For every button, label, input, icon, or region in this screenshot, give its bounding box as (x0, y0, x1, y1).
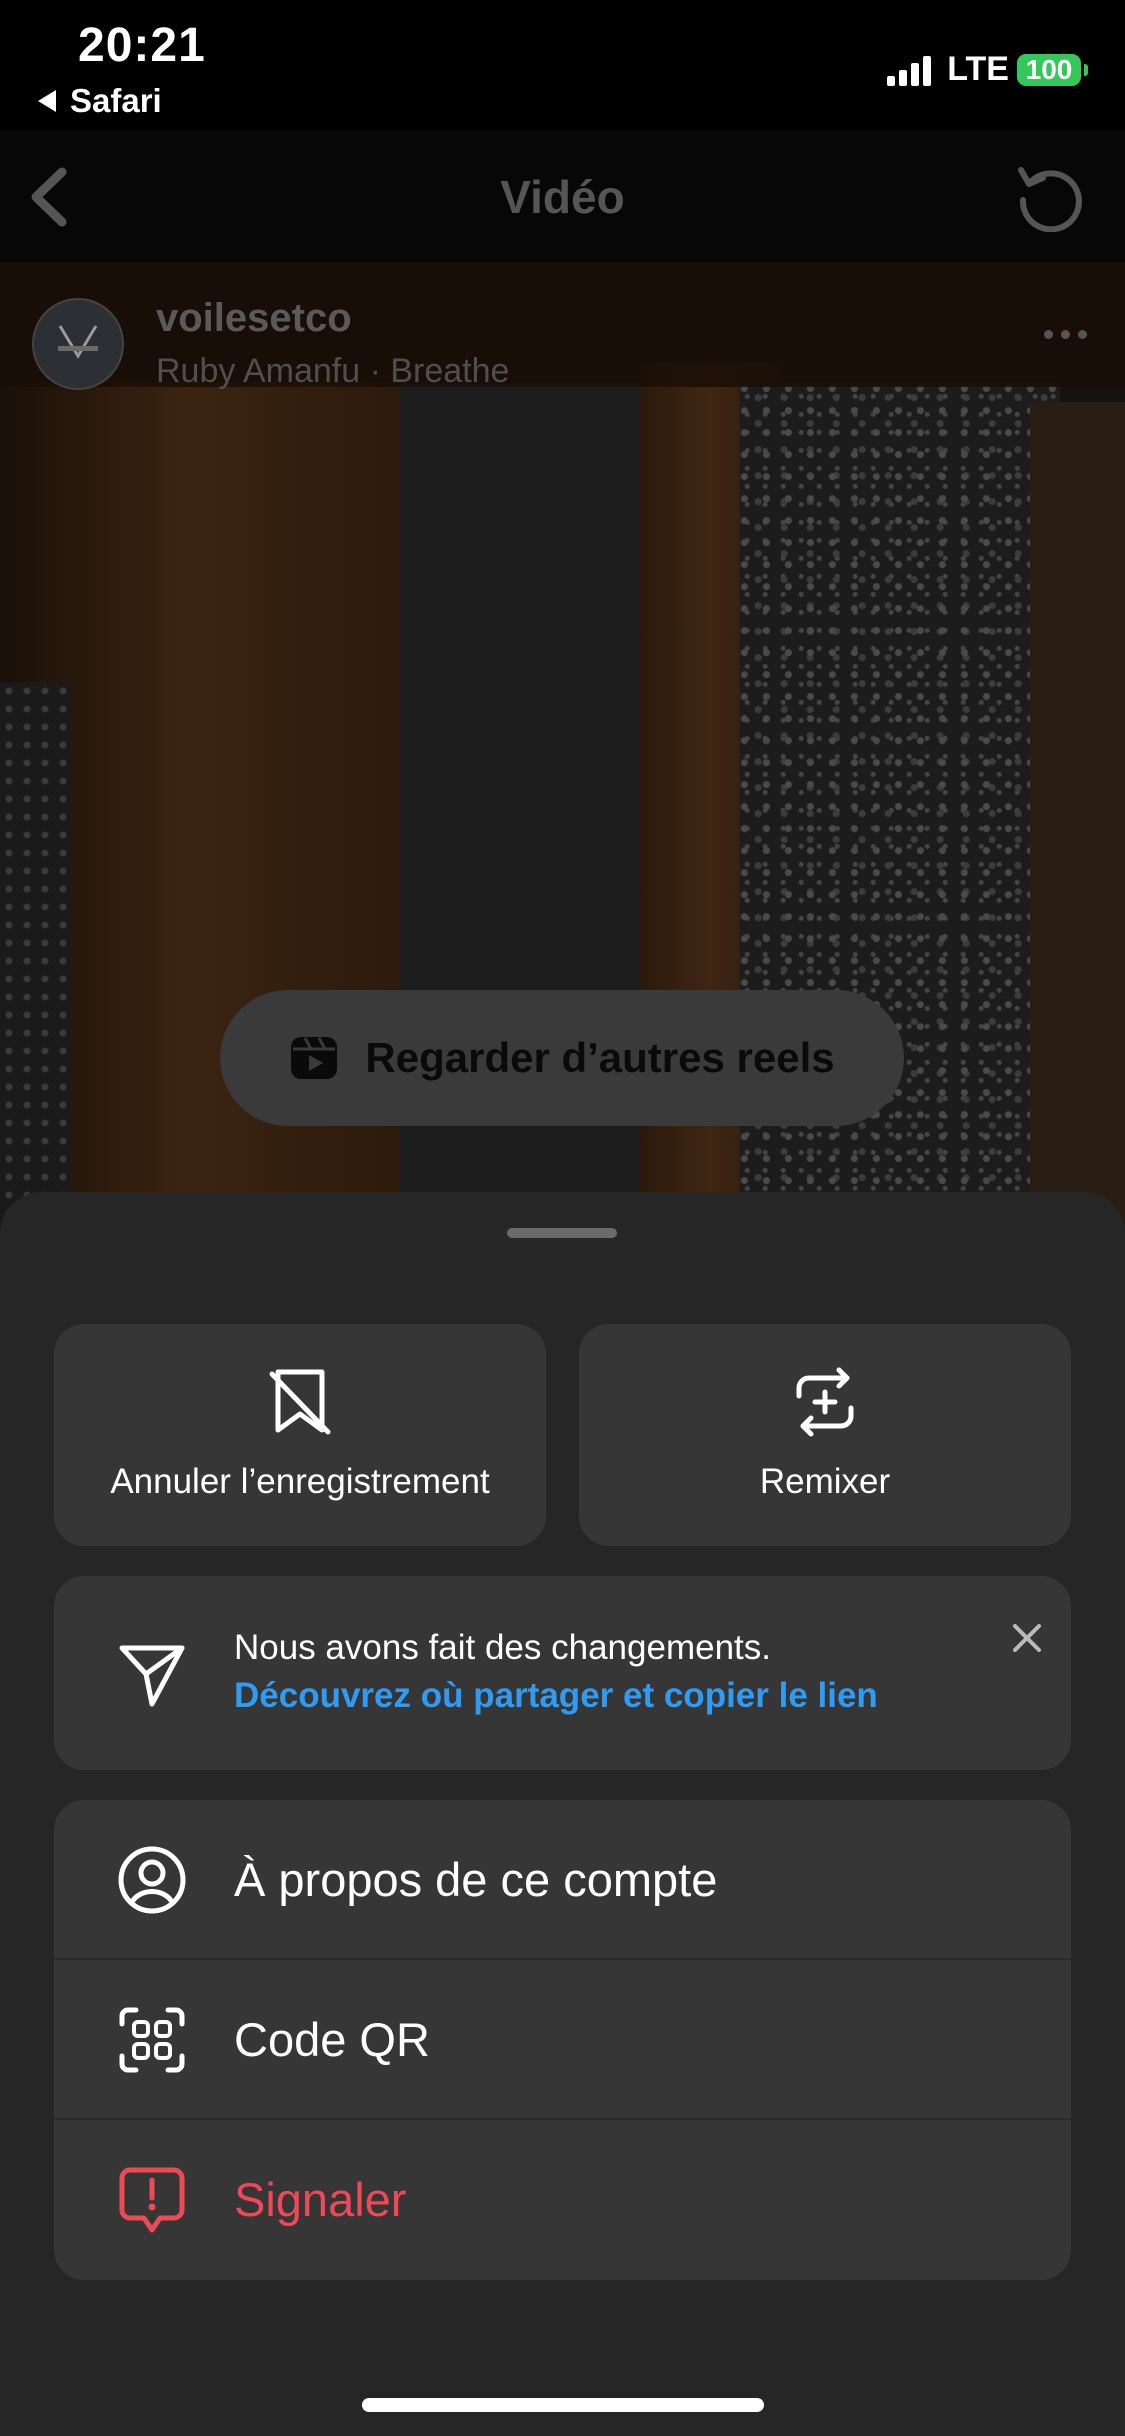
menu-item-label: Code QR (234, 2013, 430, 2066)
screen: 20:21 Safari LTE 100 Vidéo voilesetco Ru… (0, 0, 1125, 2436)
video-player[interactable]: voilesetco Ruby Amanfu · Breathe Regarde… (0, 262, 1125, 1262)
back-triangle-icon (38, 90, 56, 112)
remix-icon (796, 1367, 854, 1437)
avatar[interactable] (32, 298, 124, 390)
share-link-discover[interactable]: Découvrez où partager et copier le lien (234, 1676, 878, 1716)
menu-item-report[interactable]: Signaler (54, 2120, 1071, 2280)
status-time: 20:21 (78, 19, 206, 72)
menu-item-label: Signaler (234, 2173, 407, 2226)
back-app-label: Safari (70, 82, 162, 119)
send-icon (119, 1645, 185, 1707)
remix-button[interactable]: Remixer (579, 1324, 1071, 1546)
network-type: LTE (947, 50, 1009, 88)
battery-level: 100 (1025, 53, 1073, 85)
post-username[interactable]: voilesetco (156, 296, 352, 341)
status-bar: 20:21 Safari LTE 100 (0, 0, 1125, 130)
reload-icon[interactable] (1015, 162, 1085, 232)
reels-icon (291, 1037, 338, 1079)
battery-icon: 100 (1017, 53, 1088, 86)
close-icon[interactable] (1007, 1618, 1047, 1658)
status-indicators: LTE 100 (887, 50, 1088, 89)
unsave-label: Annuler l’enregistrement (110, 1462, 490, 1501)
page-title: Vidéo (500, 171, 625, 223)
report-icon (119, 2167, 185, 2233)
more-horizontal-icon[interactable] (1036, 330, 1087, 339)
account-icon (118, 1846, 186, 1914)
menu-item-qr-code[interactable]: Code QR (54, 1960, 1071, 2120)
signal-icon (887, 54, 935, 86)
options-menu: À propos de ce compte Code QR Signaler (54, 1800, 1071, 2280)
unsave-button[interactable]: Annuler l’enregistrement (54, 1324, 546, 1546)
sheet-grabber[interactable] (507, 1228, 617, 1238)
qr-code-icon (119, 2007, 185, 2073)
post-music[interactable]: Ruby Amanfu · Breathe (156, 352, 509, 391)
remix-label: Remixer (759, 1462, 891, 1501)
home-indicator[interactable] (362, 2398, 764, 2412)
nav-bar: Vidéo (0, 130, 1125, 262)
watch-more-reels-label: Regarder d’autres reels (365, 1034, 835, 1081)
unsave-bookmark-icon (269, 1369, 331, 1435)
back-to-app-link[interactable]: Safari (38, 82, 162, 120)
changes-notice: Nous avons fait des changements. Découvr… (54, 1576, 1071, 1770)
menu-item-label: À propos de ce compte (234, 1853, 718, 1906)
options-sheet: Annuler l’enregistrement Remixer Nous av… (0, 1192, 1125, 2436)
post-header: voilesetco Ruby Amanfu · Breathe (0, 262, 1125, 390)
watch-more-reels-button[interactable]: Regarder d’autres reels (220, 990, 904, 1126)
brand-logo-icon (58, 325, 98, 359)
notice-text: Nous avons fait des changements. (234, 1628, 771, 1667)
menu-item-about-account[interactable]: À propos de ce compte (54, 1800, 1071, 1960)
